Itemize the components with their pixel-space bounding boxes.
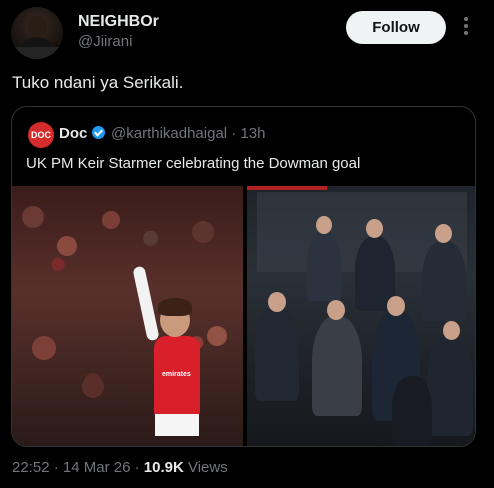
quoted-name[interactable]: Doc bbox=[59, 125, 87, 142]
follow-button[interactable]: Follow bbox=[346, 11, 446, 44]
verified-badge-icon bbox=[92, 126, 105, 139]
quoted-text: UK PM Keir Starmer celebrating the Dowma… bbox=[26, 155, 361, 172]
spectator-face bbox=[316, 216, 332, 234]
shirt-sponsor: emirates bbox=[162, 371, 191, 378]
spectator bbox=[427, 336, 473, 436]
spectator bbox=[307, 231, 341, 301]
avatar-head bbox=[28, 16, 47, 37]
spectator-face bbox=[387, 296, 405, 316]
crowd-figure bbox=[102, 211, 120, 229]
media-image-box[interactable] bbox=[247, 186, 475, 446]
player-shorts bbox=[155, 414, 199, 436]
crowd-figure bbox=[82, 376, 104, 398]
crowd-figure bbox=[57, 236, 77, 256]
crowd-figure bbox=[32, 336, 56, 360]
quoted-avatar[interactable]: DOC bbox=[28, 122, 54, 148]
crowd-figure bbox=[207, 326, 227, 346]
media-image-player[interactable]: emirates bbox=[12, 186, 243, 446]
view-count: 10.9K bbox=[143, 459, 184, 476]
spectator bbox=[422, 241, 466, 321]
spectator-face bbox=[268, 292, 286, 312]
views-label: Views bbox=[187, 459, 228, 476]
tweet-time[interactable]: 22:52 bbox=[12, 459, 50, 476]
box-red-trim bbox=[247, 186, 327, 190]
more-options-icon[interactable] bbox=[459, 14, 473, 40]
spectator-face bbox=[435, 224, 452, 243]
tweet-text: Tuko ndani ya Serikali. bbox=[12, 73, 184, 92]
player-hair bbox=[158, 298, 192, 316]
avatar-table bbox=[11, 47, 63, 59]
author-handle[interactable]: @Jiirani bbox=[78, 33, 132, 50]
spectator-face bbox=[443, 321, 460, 340]
spectator-face bbox=[327, 300, 345, 320]
tweet-date[interactable]: 14 Mar 26 bbox=[63, 459, 131, 476]
author-avatar[interactable] bbox=[11, 7, 63, 59]
tweet-meta: 22:52 · 14 Mar 26 · 10.9K Views bbox=[12, 459, 228, 476]
spectator-face bbox=[366, 219, 383, 238]
crowd-figure bbox=[192, 221, 214, 243]
quoted-handle-time[interactable]: @karthikadhaigal · 13h bbox=[111, 125, 265, 142]
spectator bbox=[255, 306, 299, 401]
spectator bbox=[312, 316, 362, 416]
quoted-tweet[interactable]: DOC Doc @karthikadhaigal · 13h UK PM Kei… bbox=[11, 106, 476, 447]
player-raised-arm bbox=[132, 265, 160, 342]
author-name[interactable]: NEIGHBOr bbox=[78, 13, 159, 31]
spectator bbox=[392, 376, 432, 446]
crowd-figure bbox=[22, 206, 44, 228]
